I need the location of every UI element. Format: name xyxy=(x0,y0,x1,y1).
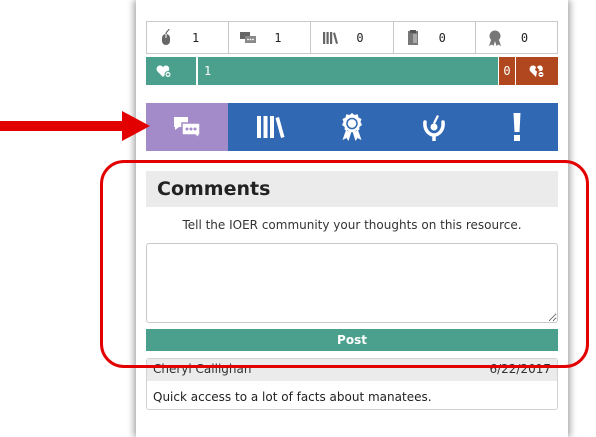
stat-evaluations: 0 xyxy=(476,22,557,53)
stats-row: 1 1 0 0 0 xyxy=(146,21,558,54)
dislike-button[interactable] xyxy=(515,57,558,85)
standards-icon xyxy=(423,115,446,141)
comment-text: Quick access to a lot of facts about man… xyxy=(153,390,432,404)
library-icon xyxy=(256,116,285,138)
stat-standards-count: 0 xyxy=(438,30,446,45)
tab-standards[interactable] xyxy=(393,103,476,151)
stat-libraries: 0 xyxy=(311,22,394,53)
like-button[interactable] xyxy=(146,57,196,85)
clipboard-icon xyxy=(407,29,418,45)
heart-plus-icon xyxy=(156,65,172,78)
award-ribbon-icon xyxy=(342,113,363,141)
dislikes-count: 0 xyxy=(498,57,515,85)
tab-libraries[interactable] xyxy=(228,103,311,151)
stat-comments: 1 xyxy=(229,22,312,53)
tab-report-issue[interactable] xyxy=(475,103,559,151)
stat-evaluations-count: 0 xyxy=(520,30,529,45)
mouse-icon xyxy=(162,28,170,45)
tab-evaluations[interactable] xyxy=(310,103,394,151)
annotation-highlight xyxy=(100,160,589,368)
stat-libraries-count: 0 xyxy=(356,30,364,45)
likes-count: 1 xyxy=(196,57,498,85)
stat-comments-count: 1 xyxy=(274,30,282,45)
library-icon xyxy=(323,31,339,44)
award-ribbon-icon xyxy=(488,30,501,46)
comments-icon xyxy=(240,31,257,43)
broken-heart-icon xyxy=(529,65,545,78)
stat-standards: 0 xyxy=(394,22,476,53)
annotation-arrow-icon xyxy=(0,111,150,141)
resource-tabs xyxy=(146,103,559,151)
rating-bar: 1 0 xyxy=(146,57,558,85)
stat-views-count: 1 xyxy=(192,30,200,45)
comments-icon xyxy=(174,117,201,140)
stat-views: 1 xyxy=(147,22,230,53)
report-icon xyxy=(513,113,521,141)
tab-comments[interactable] xyxy=(146,103,229,151)
